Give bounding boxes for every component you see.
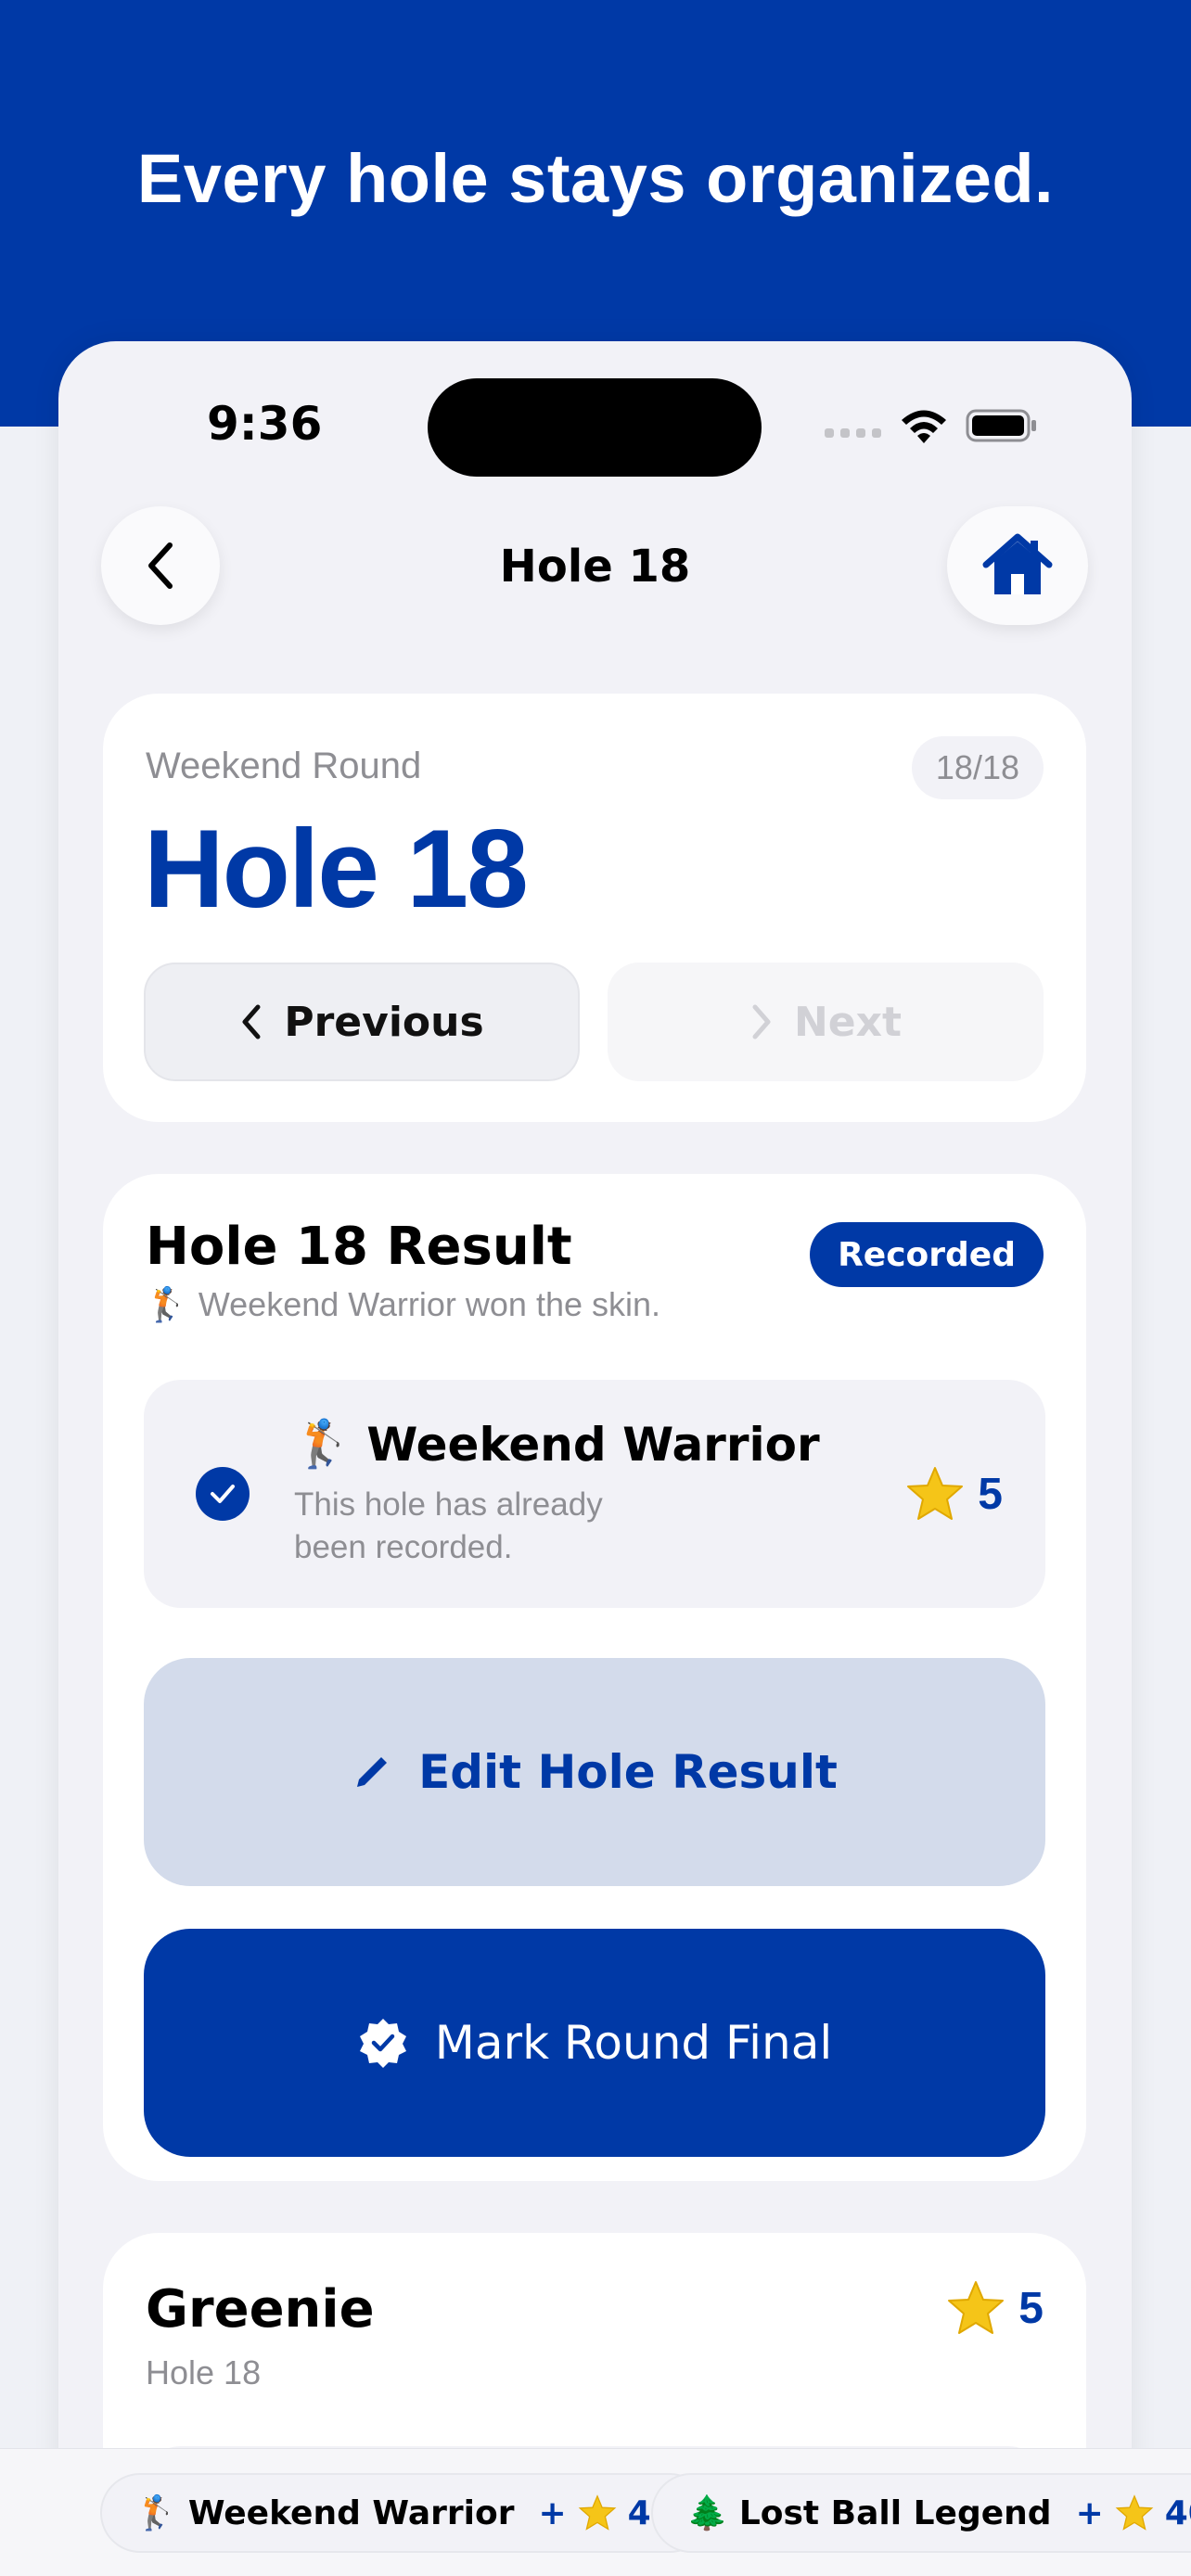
next-label: Next <box>793 998 903 1046</box>
result-title: Hole 18 Result <box>146 1217 572 1277</box>
chevron-right-icon <box>752 1004 771 1039</box>
player-name: Weekend Warrior <box>187 2493 515 2532</box>
wifi-icon <box>902 410 946 443</box>
winner-note: This hole has already been recorded. <box>294 1486 603 1565</box>
next-hole-button[interactable]: Next <box>608 963 1044 1081</box>
result-summary-text: Weekend Warrior won the skin. <box>198 1285 661 1323</box>
hole-card: Weekend Round 18/18 Hole 18 Previous Nex… <box>103 694 1086 1122</box>
checkmark-circle-icon <box>196 1467 250 1521</box>
star-icon <box>948 2281 1005 2334</box>
pencil-icon <box>357 1757 388 1787</box>
result-summary: 🏌 Weekend Warrior won the skin. <box>146 1285 660 1324</box>
edit-hole-result-button[interactable]: Edit Hole Result <box>144 1658 1045 1886</box>
recorded-badge: Recorded <box>810 1222 1044 1287</box>
hole-result-card: Hole 18 Result Recorded 🏌 Weekend Warrio… <box>103 1174 1086 2181</box>
leaderboard-bar: 🏌 Weekend Warrior + 40 🌲 Lost Ball Legen… <box>0 2448 1191 2576</box>
golfer-icon: 🏌 <box>294 1417 352 1471</box>
score-prefix: + <box>538 2493 567 2532</box>
house-icon <box>982 533 1053 594</box>
round-name: Weekend Round <box>146 746 422 786</box>
status-time: 9:36 <box>207 397 323 451</box>
home-button[interactable] <box>947 506 1088 625</box>
checkmark-seal-icon <box>359 2019 406 2068</box>
winner-points: 5 <box>905 1465 1003 1523</box>
star-icon <box>907 1467 964 1520</box>
chevron-left-icon <box>242 1004 261 1039</box>
greenie-points: 5 <box>946 2279 1044 2337</box>
greenie-points-value: 5 <box>1018 2283 1044 2333</box>
final-label: Mark Round Final <box>434 2016 833 2070</box>
dynamic-island <box>428 378 762 477</box>
score-prefix: + <box>1075 2493 1104 2532</box>
winner-name: 🏌 Weekend Warrior <box>294 1417 820 1472</box>
player-score: 40 <box>1164 2493 1191 2532</box>
winner-name-text: Weekend Warrior <box>366 1417 820 1472</box>
mark-round-final-button[interactable]: Mark Round Final <box>144 1929 1045 2157</box>
golfer-icon: 🏌 <box>135 2494 177 2532</box>
previous-hole-button[interactable]: Previous <box>144 963 580 1081</box>
hole-progress-badge: 18/18 <box>911 736 1044 799</box>
hero-title: Every hole stays organized. <box>136 140 1055 217</box>
battery-icon <box>966 409 1036 442</box>
star-icon <box>578 2494 616 2531</box>
greenie-subtitle: Hole 18 <box>146 2353 262 2391</box>
hole-title: Hole 18 <box>144 807 529 931</box>
star-icon <box>1115 2494 1154 2531</box>
edit-label: Edit Hole Result <box>418 1745 838 1799</box>
phone-screen: 9:36 Hole 18 Weekend Round 18/18 Hole 18 <box>58 341 1132 2576</box>
winner-row: 🏌 Weekend Warrior This hole has already … <box>144 1380 1045 1608</box>
player-name: Lost Ball Legend <box>738 2493 1052 2532</box>
leaderboard-chip[interactable]: 🌲 Lost Ball Legend + 40 <box>651 2473 1191 2553</box>
leaderboard-chip[interactable]: 🏌 Weekend Warrior + 40 <box>100 2473 710 2553</box>
cellular-signal-icon <box>825 428 881 438</box>
tree-icon: 🌲 <box>686 2494 728 2532</box>
winner-points-value: 5 <box>978 1469 1003 1519</box>
previous-label: Previous <box>284 998 484 1046</box>
greenie-title: Greenie <box>146 2279 375 2340</box>
golfer-icon: 🏌 <box>146 1286 187 1324</box>
